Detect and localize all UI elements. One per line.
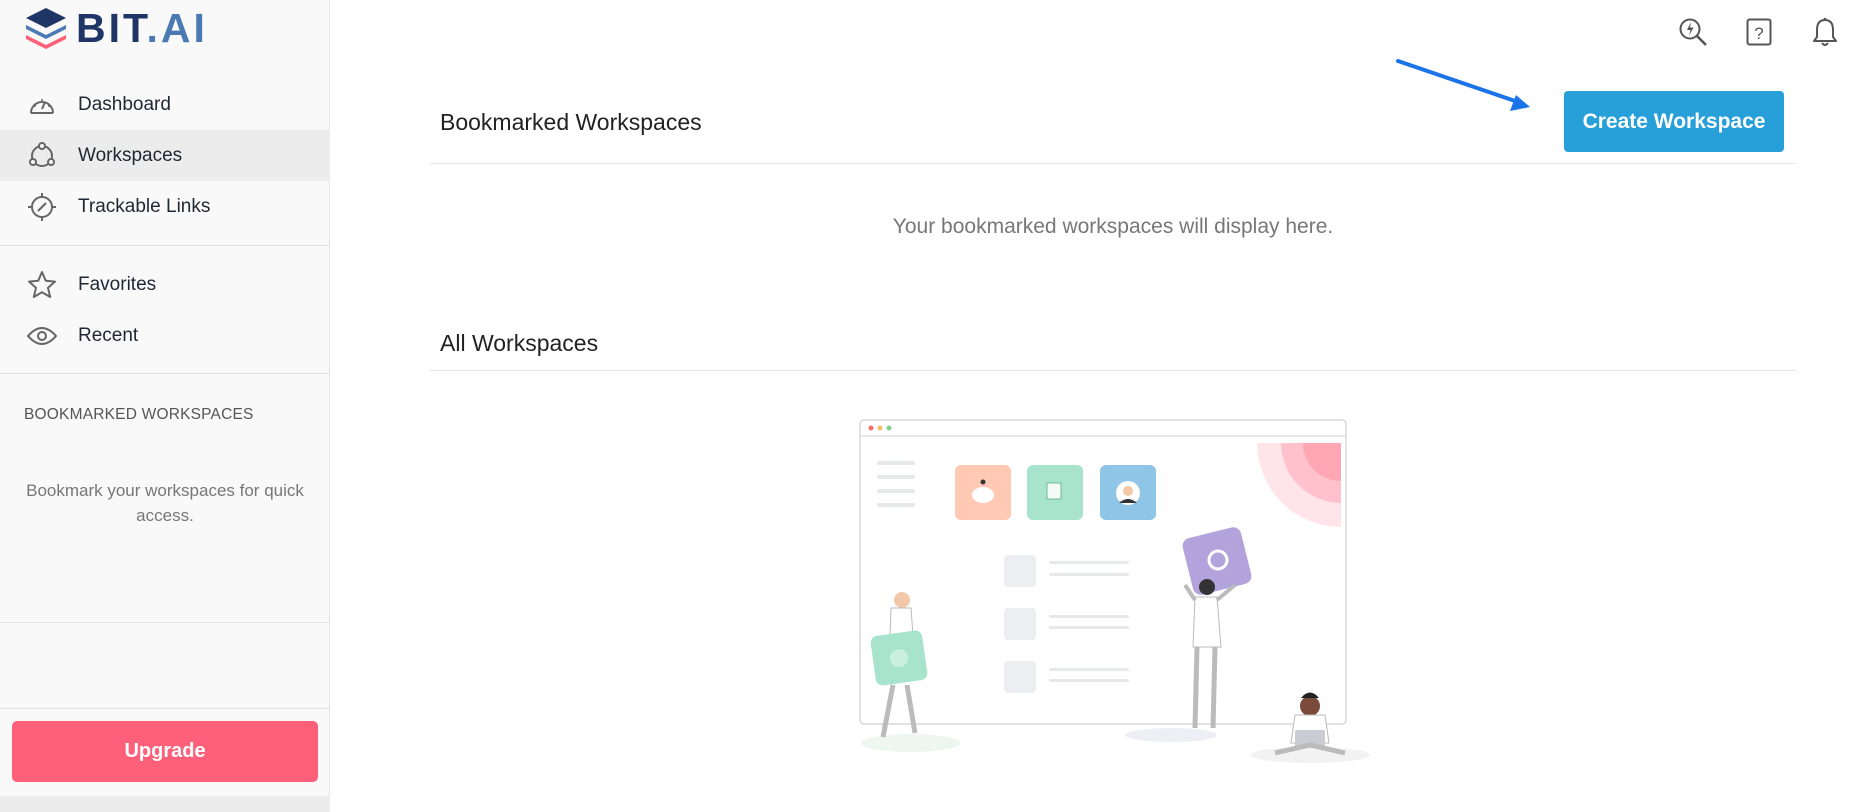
empty-workspaces-illustration: [859, 419, 1370, 763]
secondary-nav: Favorites Recent: [0, 259, 330, 361]
primary-nav: Dashboard Workspaces Trackable Links: [0, 79, 330, 232]
workspaces-icon: [26, 140, 58, 172]
gauge-icon: [26, 89, 58, 121]
svg-text:?: ?: [1754, 24, 1763, 43]
help-icon[interactable]: ?: [1726, 12, 1792, 52]
upgrade-button[interactable]: Upgrade: [12, 721, 318, 782]
sidebar-item-recent[interactable]: Recent: [0, 310, 330, 361]
sidebar-item-label: Workspaces: [78, 144, 183, 166]
bell-icon[interactable]: [1792, 12, 1858, 52]
section-divider: [430, 370, 1796, 371]
sidebar: BIT.AI Dashboard Workspaces Trackable Li…: [0, 0, 330, 812]
star-icon: [26, 269, 58, 301]
all-workspaces-heading: All Workspaces: [440, 330, 599, 356]
bookmarked-workspaces-heading: Bookmarked Workspaces: [440, 109, 702, 135]
sidebar-item-label: Trackable Links: [78, 195, 211, 217]
section-divider: [430, 163, 1796, 164]
sidebar-item-label: Recent: [78, 324, 139, 346]
sidebar-item-dashboard[interactable]: Dashboard: [0, 79, 330, 130]
bit-ai-logo[interactable]: BIT.AI: [22, 6, 208, 50]
pointer-arrow-icon: [1396, 59, 1530, 111]
top-toolbar: ?: [1660, 12, 1858, 52]
logo-text: BIT.AI: [76, 4, 208, 51]
sidebar-item-label: Favorites: [78, 273, 157, 295]
app-root: BIT.AI Dashboard Workspaces Trackable Li…: [0, 0, 1858, 812]
search-bolt-icon[interactable]: [1660, 12, 1726, 52]
bit-ai-logo-icon: [26, 8, 66, 49]
sidebar-divider: [0, 373, 330, 374]
sidebar-divider: [0, 245, 330, 246]
bookmarked-workspaces-title: BOOKMARKED WORKSPACES: [24, 406, 254, 423]
bookmarked-workspaces-hint: Bookmark your workspaces for quick acces…: [26, 481, 304, 525]
sidebar-item-workspaces[interactable]: Workspaces: [0, 130, 330, 181]
trackable-link-icon: [26, 191, 58, 223]
sidebar-divider: [0, 622, 330, 623]
sidebar-item-trackable-links[interactable]: Trackable Links: [0, 181, 330, 232]
sidebar-item-label: Dashboard: [78, 93, 171, 115]
sidebar-item-favorites[interactable]: Favorites: [0, 259, 330, 310]
sidebar-divider: [0, 708, 330, 709]
bookmarked-empty-message: Your bookmarked workspaces will display …: [892, 215, 1334, 238]
sidebar-footer: [0, 796, 330, 812]
create-workspace-button[interactable]: Create Workspace: [1564, 91, 1784, 152]
eye-icon: [26, 320, 58, 352]
